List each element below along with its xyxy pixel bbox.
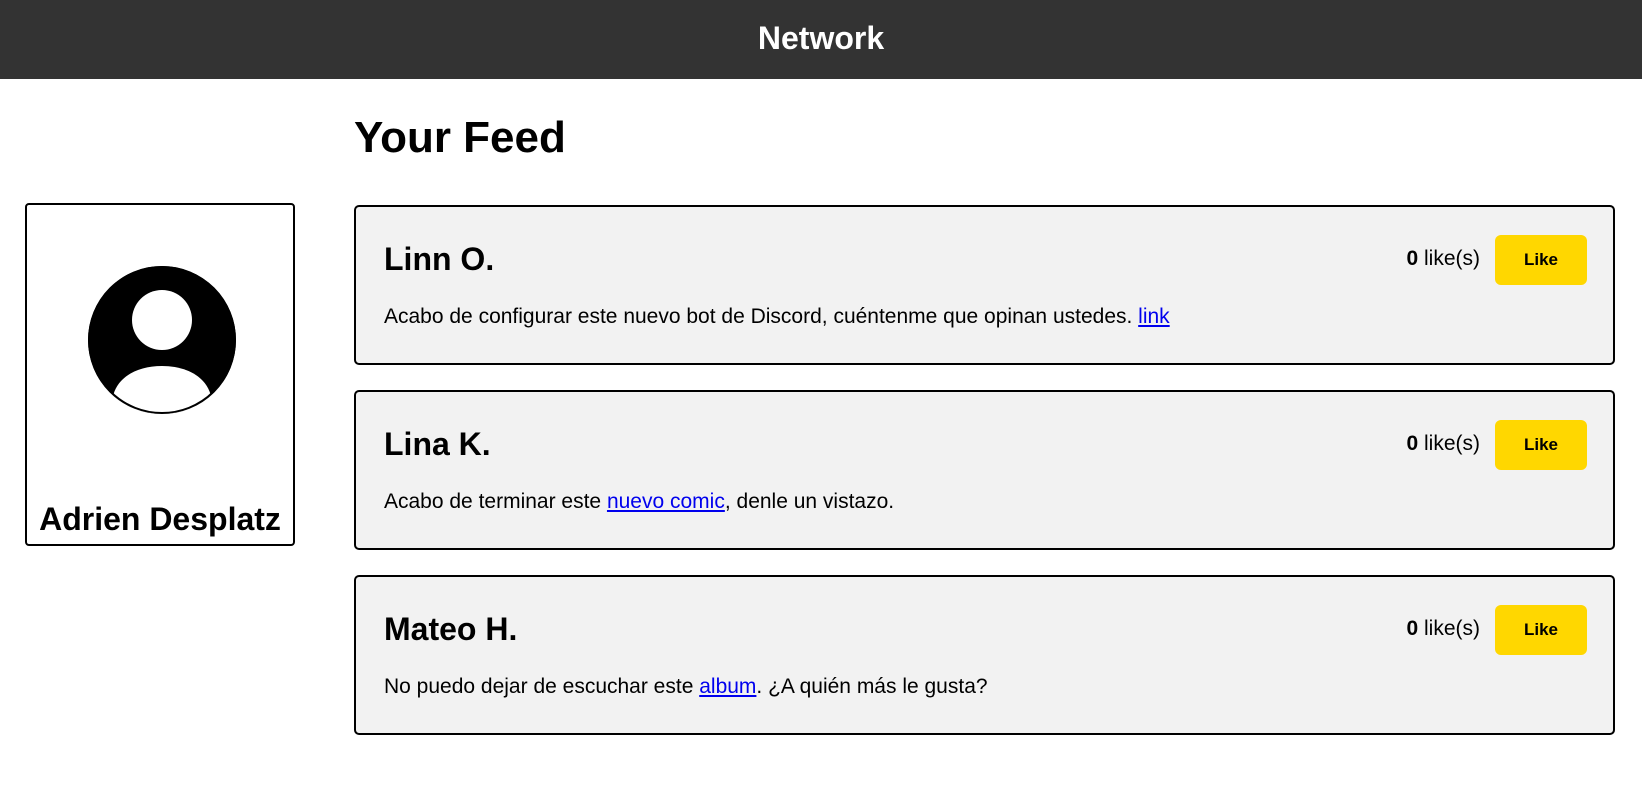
like-count-suffix: like(s) — [1418, 247, 1480, 270]
user-circle-icon — [88, 266, 236, 414]
like-count: 0 like(s) — [1406, 432, 1480, 456]
like-button[interactable]: Like — [1495, 605, 1587, 655]
post-text: No puedo dejar de escuchar este album. ¿… — [384, 675, 988, 699]
feed-post: Mateo H. 0 like(s) Like No puedo dejar d… — [354, 575, 1615, 735]
post-link[interactable]: nuevo comic — [607, 490, 725, 513]
like-count-value: 0 — [1406, 617, 1419, 640]
post-text-after: . ¿A quién más le gusta? — [756, 675, 988, 698]
like-count-value: 0 — [1406, 247, 1419, 270]
post-text-before: Acabo de configurar este nuevo bot de Di… — [384, 305, 1139, 328]
post-text-before: No puedo dejar de escuchar este — [384, 675, 700, 698]
post-author: Lina K. — [384, 426, 491, 462]
like-count: 0 like(s) — [1406, 247, 1480, 271]
post-text: Acabo de configurar este nuevo bot de Di… — [384, 305, 1170, 329]
feed-post: Linn O. 0 like(s) Like Acabo de configur… — [354, 205, 1615, 365]
post-text: Acabo de terminar este nuevo comic, denl… — [384, 490, 894, 514]
post-link[interactable]: link — [1138, 305, 1170, 328]
top-nav-bar: Network — [0, 0, 1642, 79]
like-count-value: 0 — [1406, 432, 1419, 455]
like-button[interactable]: Like — [1495, 235, 1587, 285]
like-count-suffix: like(s) — [1418, 617, 1480, 640]
post-text-after: , denle un vistazo. — [724, 490, 895, 513]
like-count-suffix: like(s) — [1418, 432, 1480, 455]
profile-card: Adrien Desplatz — [25, 203, 295, 546]
post-link[interactable]: album — [699, 675, 756, 698]
profile-name: Adrien Desplatz — [39, 501, 281, 537]
feed-post: Lina K. 0 like(s) Like Acabo de terminar… — [354, 390, 1615, 550]
post-text-before: Acabo de terminar este — [384, 490, 607, 513]
like-count: 0 like(s) — [1406, 617, 1480, 641]
page-title: Your Feed — [354, 113, 566, 162]
post-author: Linn O. — [384, 241, 495, 277]
app-title: Network — [757, 20, 885, 56]
like-button[interactable]: Like — [1495, 420, 1587, 470]
post-author: Mateo H. — [384, 611, 518, 647]
